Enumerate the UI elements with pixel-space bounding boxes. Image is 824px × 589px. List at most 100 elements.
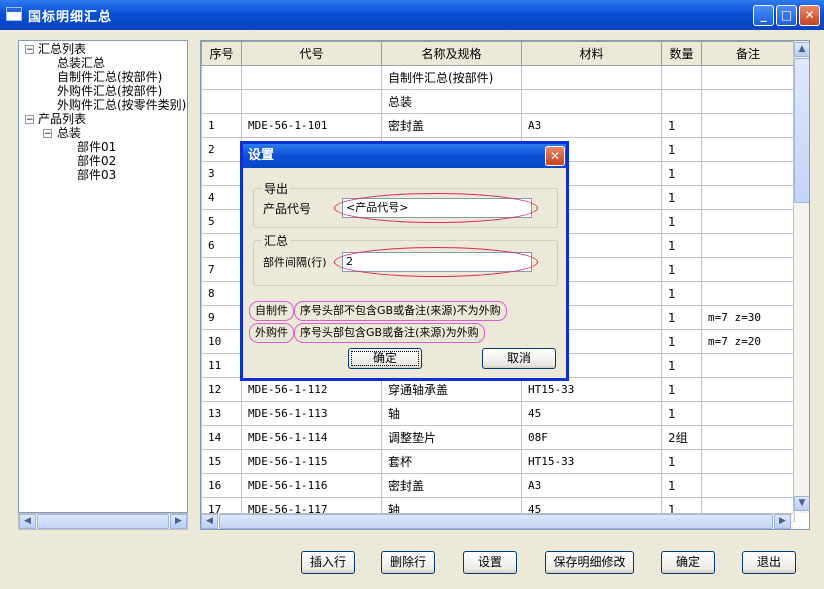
table-cell[interactable]: 1 [661,233,702,258]
tree-item-purchased-by-part[interactable]: 外购件汇总(按部件) [57,84,162,98]
table-cell[interactable]: A3 [521,113,662,138]
minimize-button[interactable]: _ [753,5,774,26]
table-cell[interactable]: HT15-33 [521,377,662,402]
table-cell[interactable]: 5 [201,209,242,234]
table-cell[interactable] [241,89,382,114]
scroll-thumb[interactable] [219,514,773,529]
table-cell[interactable]: 1 [661,377,702,402]
table-cell[interactable]: 12 [201,377,242,402]
table-cell[interactable] [701,65,795,90]
table-cell[interactable] [201,89,242,114]
table-cell[interactable] [701,257,795,282]
table-row[interactable]: 总装 [201,89,795,114]
table-cell[interactable]: 1 [661,161,702,186]
column-header[interactable]: 序号 [201,41,242,66]
close-button[interactable]: ✕ [799,5,820,26]
scroll-up-icon[interactable]: ▲ [794,42,809,57]
collapse-icon[interactable]: − [25,115,34,125]
tree-item-part-01[interactable]: 部件01 [77,140,116,154]
summary-tree[interactable]: − 汇总列表 总装汇总 自制件汇总(按部件) 外购件汇总(按部件) 外购件汇总(… [18,40,188,513]
tree-item-purchased-by-category[interactable]: 外购件汇总(按零件类别) [57,98,186,112]
table-cell[interactable]: 15 [201,449,242,474]
table-cell[interactable]: MDE-56-1-112 [241,377,382,402]
scroll-right-icon[interactable]: ▶ [774,514,791,529]
table-cell[interactable] [521,65,662,90]
table-cell[interactable]: 1 [661,113,702,138]
table-cell[interactable] [701,233,795,258]
scroll-thumb[interactable] [37,514,169,529]
table-cell[interactable]: 1 [201,113,242,138]
table-cell[interactable]: 1 [661,209,702,234]
collapse-icon[interactable]: − [25,45,34,55]
tree-item-assembly[interactable]: 总装 [57,126,81,140]
table-cell[interactable] [661,65,702,90]
table-row[interactable]: 13 MDE-56-1-113 轴 45 1 [201,401,795,426]
table-cell[interactable]: m=7 z=20 [701,329,795,354]
table-cell[interactable]: 2组 [661,425,702,450]
table-cell[interactable]: 1 [661,473,702,498]
table-cell[interactable]: 1 [661,449,702,474]
tree-item-self-made-by-part[interactable]: 自制件汇总(按部件) [57,70,162,84]
table-cell[interactable] [701,209,795,234]
table-cell[interactable]: 8 [201,281,242,306]
table-cell[interactable] [701,377,795,402]
table-cell[interactable] [701,89,795,114]
table-cell[interactable]: 3 [201,161,242,186]
table-cell[interactable]: 穿通轴承盖 [381,377,522,402]
insert-row-button[interactable]: 插入行 [301,551,355,574]
scroll-down-icon[interactable]: ▼ [794,496,809,511]
table-cell[interactable]: m=7 z=30 [701,305,795,330]
collapse-icon[interactable]: − [43,129,52,139]
table-cell[interactable]: MDE-56-1-116 [241,473,382,498]
table-cell[interactable]: 1 [661,329,702,354]
table-cell[interactable]: MDE-56-1-113 [241,401,382,426]
table-cell[interactable]: 1 [661,401,702,426]
table-row[interactable]: 16 MDE-56-1-116 密封盖 A3 1 [201,473,795,498]
save-detail-button[interactable]: 保存明细修改 [545,551,634,574]
scroll-right-icon[interactable]: ▶ [170,514,187,529]
table-cell[interactable]: 密封盖 [381,473,522,498]
table-cell[interactable]: HT15-33 [521,449,662,474]
exit-button[interactable]: 退出 [742,551,796,574]
dialog-close-button[interactable]: ✕ [545,146,565,166]
tree-item-part-02[interactable]: 部件02 [77,154,116,168]
table-cell[interactable] [701,401,795,426]
table-cell[interactable]: 9 [201,305,242,330]
tree-item-part-03[interactable]: 部件03 [77,168,116,182]
table-vscrollbar[interactable]: ▲ ▼ [793,41,809,513]
table-cell[interactable]: MDE-56-1-114 [241,425,382,450]
table-cell[interactable]: MDE-56-1-101 [241,113,382,138]
table-cell[interactable]: 45 [521,401,662,426]
table-cell[interactable]: 2 [201,137,242,162]
table-cell[interactable] [701,425,795,450]
table-cell[interactable]: 11 [201,353,242,378]
settings-button[interactable]: 设置 [463,551,517,574]
table-cell[interactable]: 16 [201,473,242,498]
column-header[interactable]: 代号 [241,41,382,66]
dialog-cancel-button[interactable]: 取消 [482,348,556,369]
table-cell[interactable] [241,65,382,90]
scroll-left-icon[interactable]: ◀ [19,514,36,529]
table-cell[interactable] [701,161,795,186]
tree-item-assembly-summary[interactable]: 总装汇总 [57,56,105,70]
table-cell[interactable]: 10 [201,329,242,354]
table-cell[interactable] [701,449,795,474]
table-cell[interactable]: 轴 [381,401,522,426]
column-header[interactable]: 材料 [521,41,662,66]
dialog-ok-button[interactable]: 确定 [348,348,422,369]
table-cell[interactable] [701,353,795,378]
table-cell[interactable]: 1 [661,281,702,306]
table-cell[interactable]: 1 [661,257,702,282]
table-cell[interactable] [701,281,795,306]
tree-hscrollbar[interactable]: ◀ ▶ [18,513,188,530]
table-cell[interactable]: 14 [201,425,242,450]
table-row[interactable]: 15 MDE-56-1-115 套杯 HT15-33 1 [201,449,795,474]
maximize-button[interactable]: □ [776,5,797,26]
table-cell[interactable] [201,65,242,90]
table-cell[interactable]: 6 [201,233,242,258]
tree-item-summary-list[interactable]: 汇总列表 [38,42,86,56]
table-cell[interactable]: 4 [201,185,242,210]
table-row[interactable]: 1 MDE-56-1-101 密封盖 A3 1 [201,113,795,138]
table-cell[interactable] [701,473,795,498]
column-header[interactable]: 名称及规格 [381,41,522,66]
